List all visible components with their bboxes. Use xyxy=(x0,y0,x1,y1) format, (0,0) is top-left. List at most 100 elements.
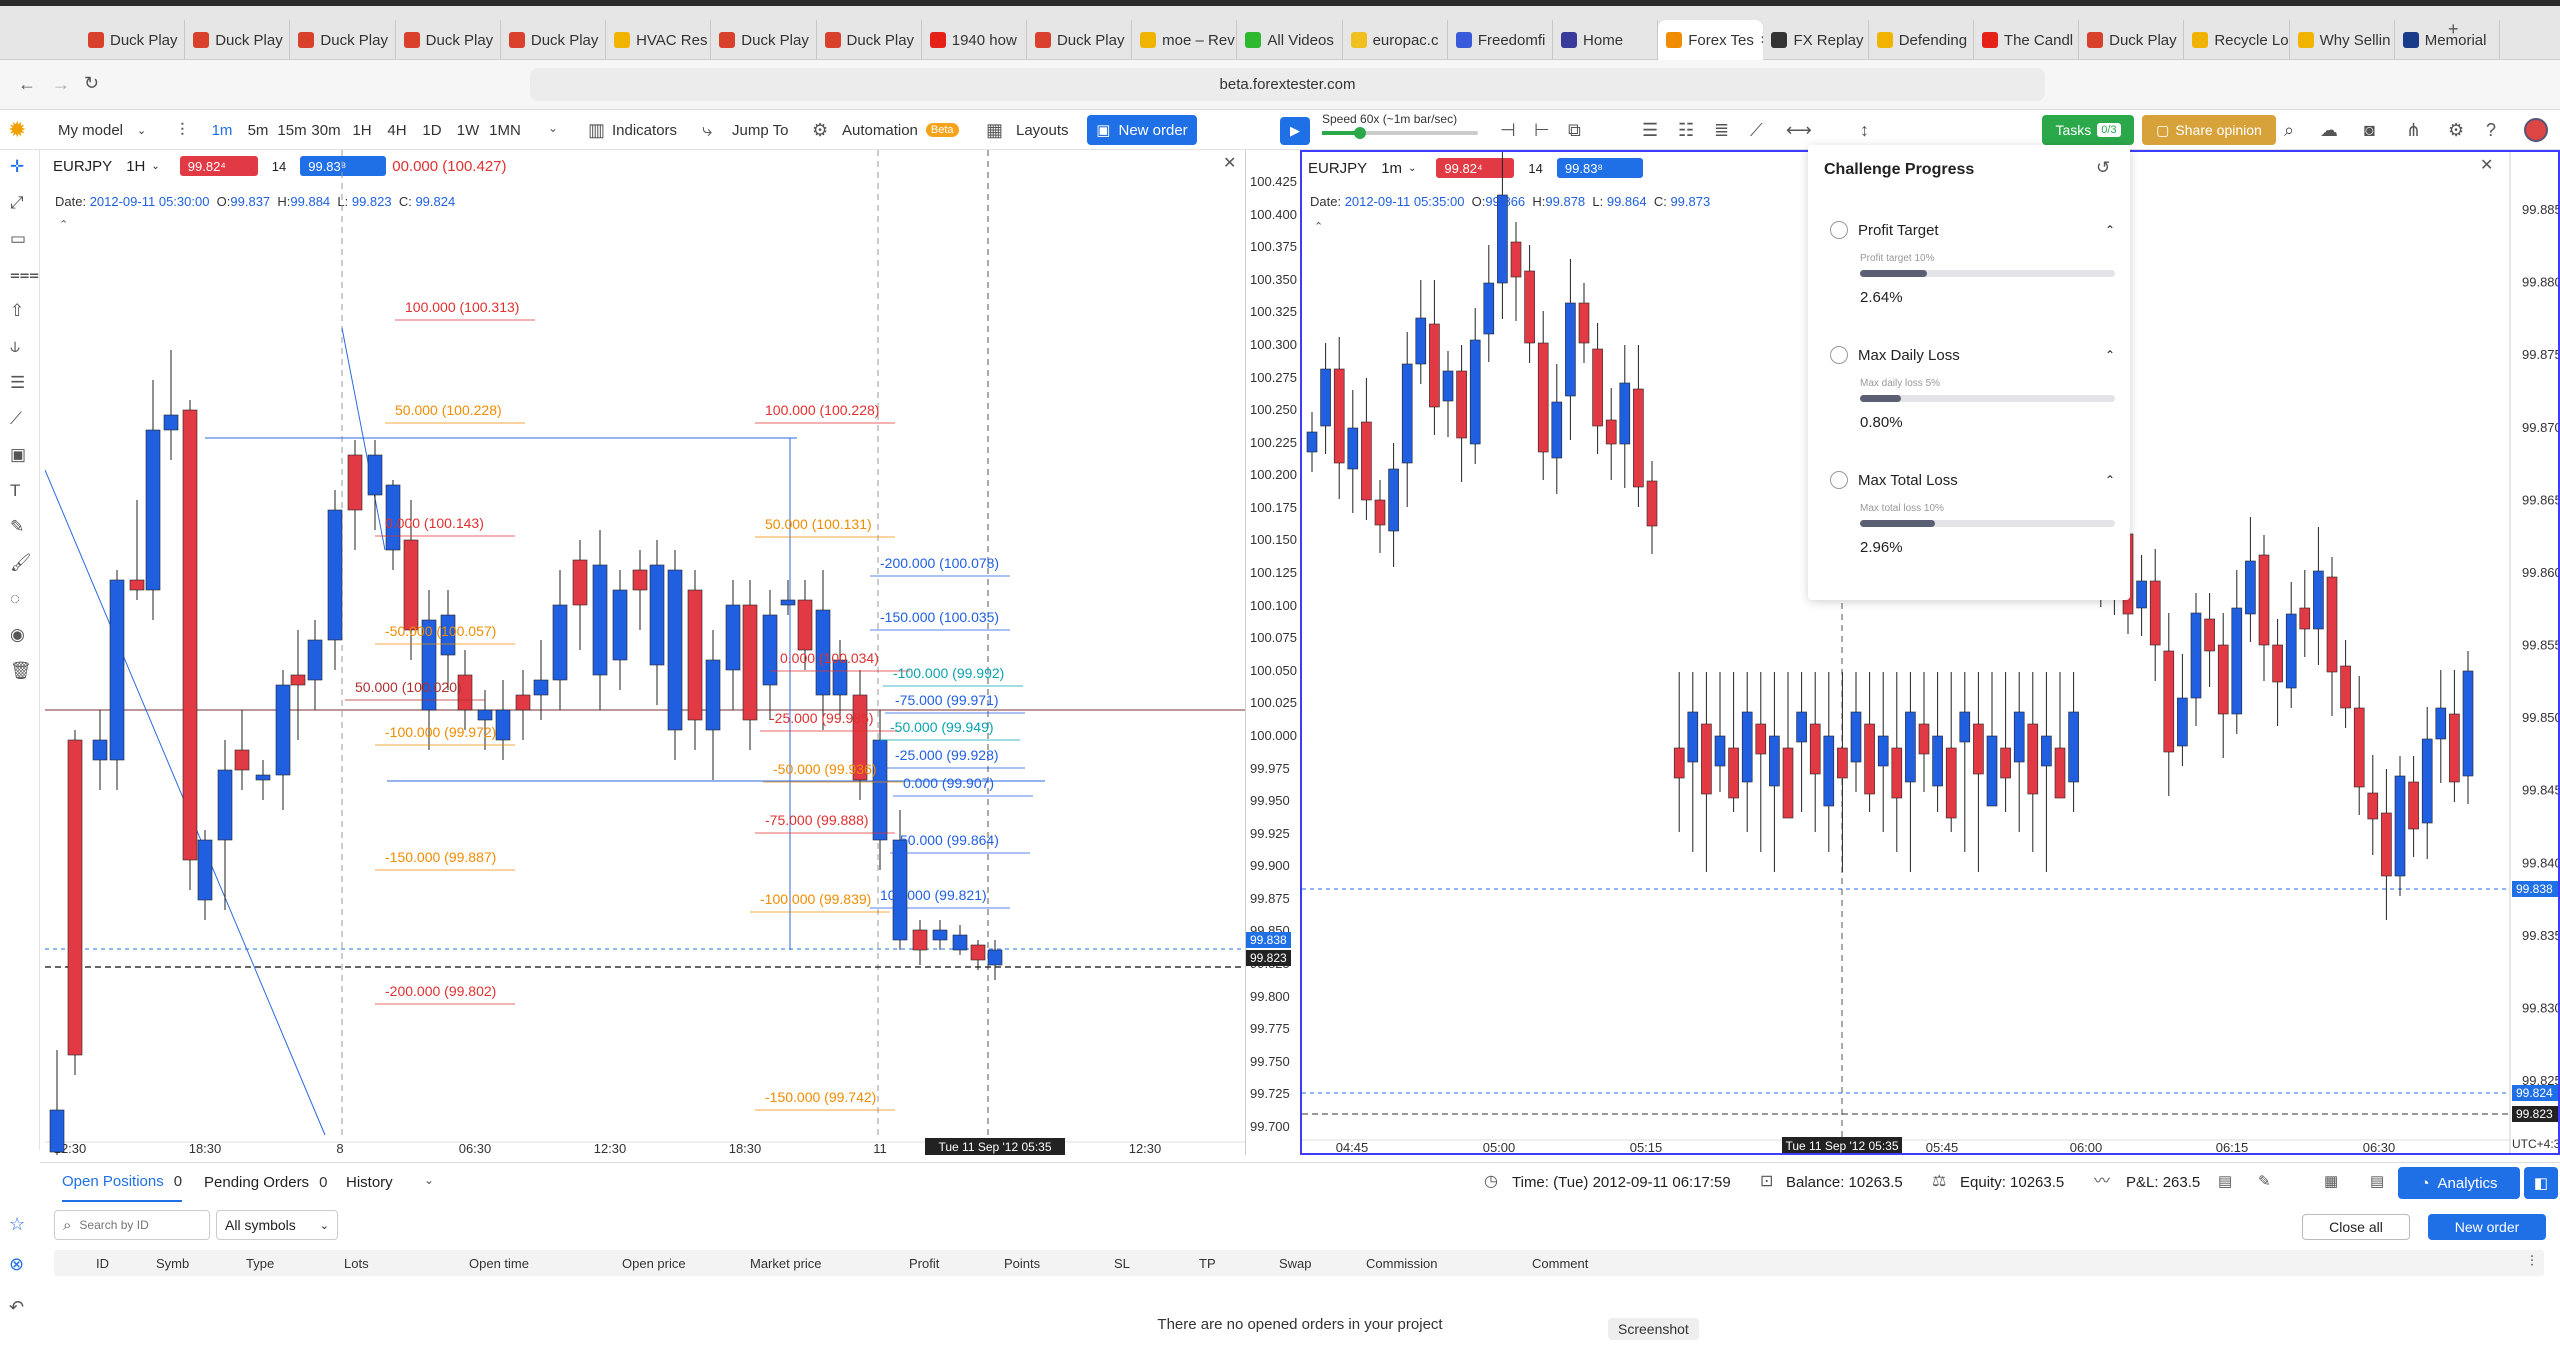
challenge-radio[interactable] xyxy=(1830,221,1848,239)
fib-level-label[interactable]: -50.000 (100.057) xyxy=(385,623,496,639)
step-forward-icon[interactable]: ⊢ xyxy=(1534,121,1550,139)
eye-icon[interactable]: ◉ xyxy=(10,626,25,643)
settings-sliders-icon[interactable]: ☰ xyxy=(1642,121,1658,139)
arrow-up-icon[interactable]: ⇧ xyxy=(10,302,24,319)
column-header[interactable]: SL xyxy=(1114,1256,1130,1271)
jump-date-icon[interactable]: ⧉ xyxy=(1568,121,1581,139)
timeframe-button[interactable]: 4H xyxy=(381,116,413,144)
left-chart-panel[interactable]: EURJPY 1H ⌄ 99.82⁴ 14 99.83⁸ 00.000 (100… xyxy=(45,150,1245,1155)
link-icon[interactable]: ⊗ xyxy=(9,1255,24,1273)
timeframe-button[interactable]: 15m xyxy=(276,116,308,144)
indicators-button[interactable]: Indicators xyxy=(612,116,677,144)
step-back-icon[interactable]: ⊣ xyxy=(1500,121,1516,139)
fib-level-label[interactable]: -150.000 (99.887) xyxy=(385,849,496,865)
layouts-button[interactable]: Layouts xyxy=(1016,116,1069,144)
browser-tab[interactable]: FX Replay xyxy=(1763,20,1869,60)
timeframe-button[interactable]: 30m xyxy=(310,116,342,144)
fib-level-label[interactable]: 50.000 (100.020) xyxy=(355,679,462,695)
gear-icon[interactable]: ⚙ xyxy=(2448,121,2464,139)
positions-tab[interactable]: History xyxy=(346,1162,393,1202)
timeframe-button[interactable]: 5m xyxy=(242,116,274,144)
fib-level-label[interactable]: -150.000 (99.742) xyxy=(765,1089,876,1105)
fib-level-label[interactable]: -200.000 (99.802) xyxy=(385,983,496,999)
fib-level-label[interactable]: 50.000 (100.228) xyxy=(395,402,502,418)
gann-icon[interactable]: ☰ xyxy=(10,374,25,391)
chevron-up-icon[interactable]: ⌃ xyxy=(2105,348,2115,362)
edit-icon[interactable]: ✎ xyxy=(2258,1174,2271,1189)
back-icon[interactable]: ← xyxy=(18,75,36,93)
left-price-axis[interactable]: 100.425 100.400 100.375 100.350 100.325 100.3… xyxy=(1245,150,1299,1155)
trend-icon[interactable]: ⤢ xyxy=(10,194,24,211)
column-header[interactable]: Market price xyxy=(750,1256,822,1271)
symbols-select[interactable]: All symbols ⌄ xyxy=(216,1210,338,1240)
browser-tab[interactable]: Duck Play xyxy=(396,20,501,60)
challenge-item-title[interactable]: Max Daily Loss ⌃ xyxy=(1830,346,2115,364)
automation-button[interactable]: Automation Beta xyxy=(842,116,959,144)
cloud-icon[interactable]: ☁ xyxy=(2320,121,2338,139)
browser-tab[interactable]: HVAC Res xyxy=(606,20,712,60)
timeframe-button[interactable]: 1m xyxy=(206,116,238,144)
timeframe-button[interactable]: 1MN xyxy=(489,116,521,144)
browser-tab[interactable]: Why Sellin xyxy=(2290,20,2395,60)
report-icon[interactable]: ▤ xyxy=(2218,1174,2232,1189)
jump-to-button[interactable]: Jump To xyxy=(732,116,788,144)
column-header[interactable]: ID xyxy=(96,1256,109,1271)
magnet-icon[interactable]: ◌ xyxy=(10,590,20,607)
timezone-label[interactable]: UTC+4:30 xyxy=(2512,1137,2558,1151)
column-header[interactable]: Comment xyxy=(1532,1256,1588,1271)
fib-level-label[interactable]: 100.000 (99.821) xyxy=(880,887,987,903)
column-header[interactable]: Symb xyxy=(156,1256,189,1271)
fib-level-label[interactable]: -25.000 (99.928) xyxy=(895,747,999,763)
trash-icon[interactable]: 🗑 xyxy=(10,662,32,679)
fib-level-label[interactable]: -50.000 (99.949) xyxy=(890,719,994,735)
undo-icon[interactable]: ↶ xyxy=(9,1298,24,1316)
left-chart-canvas[interactable]: 12:30 18:30 8 06:30 12:30 18:30 11 12:30Tue 11 … xyxy=(45,150,1245,1155)
browser-tab[interactable]: Freedomfi xyxy=(1448,20,1554,60)
browser-tab[interactable]: Duck Play xyxy=(1027,20,1133,60)
browser-tab[interactable]: moe – Rev xyxy=(1132,20,1238,60)
column-header[interactable]: Profit xyxy=(909,1256,939,1271)
forward-icon[interactable]: → xyxy=(52,75,70,93)
search-icon[interactable]: ⌕ xyxy=(2284,121,2294,139)
chevron-up-icon[interactable]: ⌃ xyxy=(2105,223,2115,237)
new-order-toolbar-button[interactable]: ▣ New order xyxy=(1087,115,1197,145)
browser-tab[interactable]: europac.c xyxy=(1343,20,1448,60)
url-field[interactable]: beta.forextester.com xyxy=(530,68,2045,101)
fib-level-label[interactable]: -75.000 (99.971) xyxy=(895,692,999,708)
fib-level-label[interactable]: 50.000 (99.864) xyxy=(900,832,999,848)
fib-level-label[interactable]: -150.000 (100.035) xyxy=(880,609,999,625)
browser-tab[interactable]: The Candl xyxy=(1974,20,2080,60)
timeframe-button[interactable]: 1W xyxy=(452,116,484,144)
browser-tab[interactable]: Defending xyxy=(1869,20,1974,60)
browser-tab[interactable]: All Videos xyxy=(1237,20,1343,60)
fib-level-label[interactable]: -50.000 (99.936) xyxy=(773,761,877,777)
notes-icon[interactable]: ▤ xyxy=(2370,1174,2384,1189)
speed-slider[interactable] xyxy=(1322,127,1478,139)
channel-icon[interactable]: ⩶ xyxy=(10,266,39,283)
pattern-icon[interactable]: ⟋ xyxy=(10,410,22,427)
new-tab-icon[interactable]: + xyxy=(2448,20,2459,38)
filter-icon[interactable]: ☷ xyxy=(1678,121,1694,139)
new-order-button[interactable]: New order xyxy=(2428,1214,2546,1240)
browser-tab[interactable]: Duck Play xyxy=(290,20,396,60)
chevron-down-icon[interactable]: ⌄ xyxy=(424,1174,434,1186)
positions-tab[interactable]: Pending Orders 0 xyxy=(204,1162,327,1202)
fib-level-label[interactable]: -100.000 (99.839) xyxy=(760,891,871,907)
list-icon[interactable]: ≣ xyxy=(1714,121,1729,139)
browser-tab[interactable]: Duck Play xyxy=(711,20,817,60)
browser-tab[interactable]: Duck Play xyxy=(817,20,922,60)
columns-settings-icon[interactable]: ⫶ xyxy=(2530,1254,2534,1269)
fib-level-label[interactable]: -100.000 (99.972) xyxy=(385,724,496,740)
challenge-item-title[interactable]: Max Total Loss ⌃ xyxy=(1830,471,2115,489)
panel-toggle-button[interactable]: ◧ xyxy=(2524,1167,2558,1199)
column-header[interactable]: Lots xyxy=(344,1256,369,1271)
browser-tab[interactable]: Home xyxy=(1553,20,1659,60)
crosshair-icon[interactable]: ✛ xyxy=(10,158,24,175)
pencil-icon[interactable]: 🖌 xyxy=(10,554,32,571)
fib-level-label[interactable]: 0.000 (100.143) xyxy=(385,515,484,531)
v-line-icon[interactable]: ↕ xyxy=(1860,121,1869,139)
chevron-up-icon[interactable]: ⌃ xyxy=(2105,473,2115,487)
rectangle-icon[interactable]: ▭ xyxy=(10,230,26,247)
chart-type-icon[interactable]: ⫶ xyxy=(180,121,185,139)
column-header[interactable]: Commission xyxy=(1366,1256,1438,1271)
